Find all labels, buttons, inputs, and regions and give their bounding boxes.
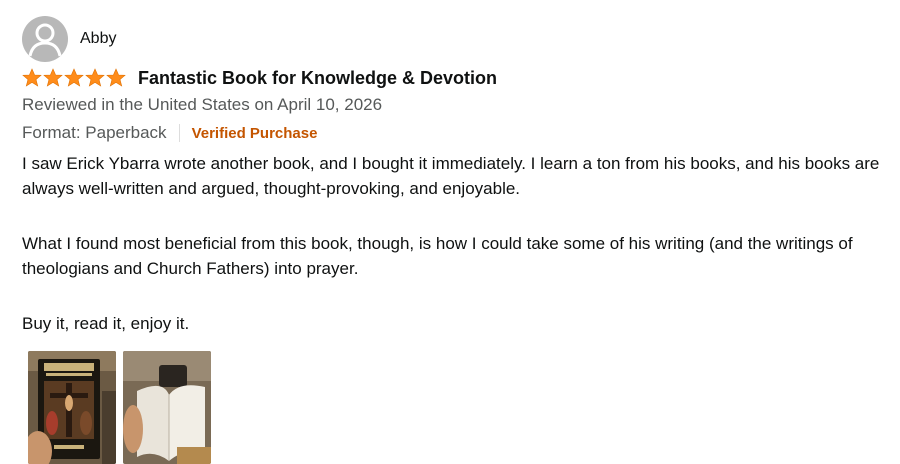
star-icon: [22, 68, 42, 87]
review-body: I saw Erick Ybarra wrote another book, a…: [22, 151, 897, 336]
book-cover-photo: [28, 351, 116, 464]
verified-purchase-badge: Verified Purchase: [191, 124, 318, 142]
divider: [178, 124, 180, 142]
review-image-thumbnail[interactable]: [123, 351, 211, 464]
star-rating[interactable]: [22, 68, 126, 88]
avatar-icon: [22, 16, 68, 62]
reviewer-name[interactable]: Abby: [80, 30, 116, 48]
format-label[interactable]: Format: Paperback: [22, 123, 167, 143]
review-images: [28, 351, 211, 464]
star-icon: [106, 68, 126, 87]
star-icon: [85, 68, 105, 87]
rating-and-title: Fantastic Book for Knowledge & Devotion: [22, 65, 497, 91]
open-book-photo: [123, 351, 211, 464]
star-icon: [43, 68, 63, 87]
review-date: Reviewed in the United States on April 1…: [22, 95, 383, 114]
review-paragraph: Buy it, read it, enjoy it.: [22, 314, 190, 333]
review-image-thumbnail[interactable]: [28, 351, 116, 464]
review-paragraph: I saw Erick Ybarra wrote another book, a…: [22, 154, 880, 198]
review-paragraph: What I found most beneficial from this b…: [22, 234, 853, 278]
reviewer-profile[interactable]: Abby: [22, 16, 116, 62]
review-title[interactable]: Fantastic Book for Knowledge & Devotion: [138, 68, 497, 89]
star-icon: [64, 68, 84, 87]
format-line: Format: Paperback Verified Purchase: [22, 123, 317, 143]
